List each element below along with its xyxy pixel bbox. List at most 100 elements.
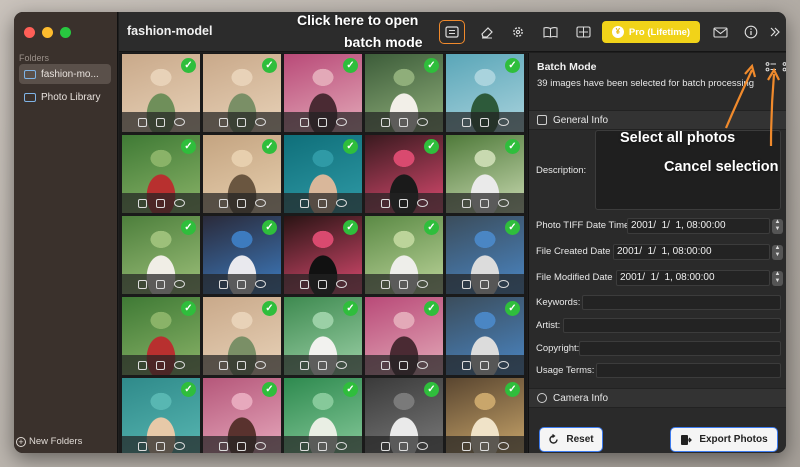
file-created-date-field[interactable]: 2001/ 1/ 1, 08:00:00: [613, 244, 770, 260]
folder-icon[interactable]: [398, 441, 408, 451]
selected-check-icon[interactable]: ✓: [262, 301, 277, 316]
eye-icon[interactable]: [173, 118, 185, 126]
selected-check-icon[interactable]: ✓: [505, 220, 520, 235]
more-button[interactable]: [762, 20, 786, 44]
batch-mode-button[interactable]: [439, 20, 465, 44]
selected-check-icon[interactable]: ✓: [424, 220, 439, 235]
eye-icon[interactable]: [416, 280, 428, 288]
eye-icon[interactable]: [416, 361, 428, 369]
eye-icon[interactable]: [335, 442, 347, 450]
selected-check-icon[interactable]: ✓: [505, 301, 520, 316]
eye-icon[interactable]: [335, 361, 347, 369]
info-button[interactable]: [738, 20, 764, 44]
sidebar-item-photo-library[interactable]: Photo Library: [19, 87, 111, 107]
selected-check-icon[interactable]: ✓: [262, 139, 277, 154]
eye-icon[interactable]: [416, 118, 428, 126]
pro-lifetime-button[interactable]: ¥ Pro (Lifetime): [602, 21, 700, 43]
trash-icon[interactable]: [218, 117, 228, 127]
folder-icon[interactable]: [398, 117, 408, 127]
selected-check-icon[interactable]: ✓: [424, 58, 439, 73]
photo-thumbnail[interactable]: ✓: [284, 378, 362, 453]
photo-thumbnail[interactable]: ✓: [122, 378, 200, 453]
trash-icon[interactable]: [137, 441, 147, 451]
selected-check-icon[interactable]: ✓: [505, 139, 520, 154]
copyright-field[interactable]: [579, 341, 781, 356]
selected-check-icon[interactable]: ✓: [262, 382, 277, 397]
eye-icon[interactable]: [497, 280, 509, 288]
folder-icon[interactable]: [155, 279, 165, 289]
folder-icon[interactable]: [317, 279, 327, 289]
folder-icon[interactable]: [398, 360, 408, 370]
new-folder-button[interactable]: + New Folders: [16, 436, 82, 447]
photo-thumbnail[interactable]: ✓: [284, 135, 362, 213]
folder-icon[interactable]: [236, 360, 246, 370]
photo-thumbnail[interactable]: ✓: [365, 216, 443, 294]
eye-icon[interactable]: [254, 118, 266, 126]
general-info-section[interactable]: General Info: [529, 110, 786, 130]
folder-icon[interactable]: [317, 441, 327, 451]
guide-button[interactable]: [537, 20, 563, 44]
date-stepper[interactable]: ▲ ▼: [772, 219, 783, 234]
compare-button[interactable]: [570, 20, 596, 44]
photo-thumbnail[interactable]: ✓: [122, 135, 200, 213]
photo-thumbnail[interactable]: ✓: [122, 216, 200, 294]
photo-thumbnail[interactable]: ✓: [446, 297, 524, 375]
photo-thumbnail[interactable]: ✓: [365, 54, 443, 132]
folder-icon[interactable]: [236, 441, 246, 451]
folder-icon[interactable]: [155, 360, 165, 370]
trash-icon[interactable]: [380, 279, 390, 289]
trash-icon[interactable]: [137, 279, 147, 289]
selected-check-icon[interactable]: ✓: [181, 301, 196, 316]
trash-icon[interactable]: [299, 117, 309, 127]
eye-icon[interactable]: [497, 442, 509, 450]
photo-thumbnail[interactable]: ✓: [365, 378, 443, 453]
selected-check-icon[interactable]: ✓: [181, 220, 196, 235]
trash-icon[interactable]: [218, 198, 228, 208]
eye-icon[interactable]: [335, 280, 347, 288]
folder-icon[interactable]: [155, 117, 165, 127]
eye-icon[interactable]: [335, 199, 347, 207]
trash-icon[interactable]: [380, 198, 390, 208]
select-all-icon[interactable]: [765, 61, 777, 73]
selected-check-icon[interactable]: ✓: [343, 220, 358, 235]
photo-thumbnail[interactable]: ✓: [203, 297, 281, 375]
sidebar-item-fashion-model[interactable]: fashion-mo...: [19, 64, 111, 84]
close-window-button[interactable]: [24, 27, 35, 38]
photo-thumbnail[interactable]: ✓: [122, 297, 200, 375]
eye-icon[interactable]: [173, 361, 185, 369]
trash-icon[interactable]: [299, 441, 309, 451]
trash-icon[interactable]: [461, 198, 471, 208]
trash-icon[interactable]: [299, 360, 309, 370]
keywords-field[interactable]: [582, 295, 781, 310]
trash-icon[interactable]: [380, 117, 390, 127]
selected-check-icon[interactable]: ✓: [181, 139, 196, 154]
folder-icon[interactable]: [479, 360, 489, 370]
trash-icon[interactable]: [461, 117, 471, 127]
selected-check-icon[interactable]: ✓: [424, 139, 439, 154]
cancel-selection-icon[interactable]: [782, 61, 786, 73]
trash-icon[interactable]: [218, 441, 228, 451]
folder-icon[interactable]: [479, 117, 489, 127]
trash-icon[interactable]: [137, 198, 147, 208]
eye-icon[interactable]: [335, 118, 347, 126]
photo-thumbnail[interactable]: ✓: [203, 135, 281, 213]
folder-icon[interactable]: [479, 198, 489, 208]
camera-info-section[interactable]: Camera Info: [529, 388, 786, 408]
trash-icon[interactable]: [380, 441, 390, 451]
settings-button[interactable]: [505, 20, 531, 44]
selected-check-icon[interactable]: ✓: [505, 58, 520, 73]
folder-icon[interactable]: [236, 117, 246, 127]
eye-icon[interactable]: [497, 118, 509, 126]
photo-tiff-date-field[interactable]: 2001/ 1/ 1, 08:00:00: [627, 218, 770, 234]
export-photos-button[interactable]: Export Photos: [670, 427, 778, 452]
trash-icon[interactable]: [461, 279, 471, 289]
selected-check-icon[interactable]: ✓: [343, 382, 358, 397]
trash-icon[interactable]: [299, 279, 309, 289]
eye-icon[interactable]: [173, 280, 185, 288]
eye-icon[interactable]: [416, 199, 428, 207]
eye-icon[interactable]: [173, 199, 185, 207]
photo-thumbnail[interactable]: ✓: [284, 297, 362, 375]
selected-check-icon[interactable]: ✓: [181, 58, 196, 73]
eye-icon[interactable]: [416, 442, 428, 450]
photo-thumbnail[interactable]: ✓: [284, 216, 362, 294]
